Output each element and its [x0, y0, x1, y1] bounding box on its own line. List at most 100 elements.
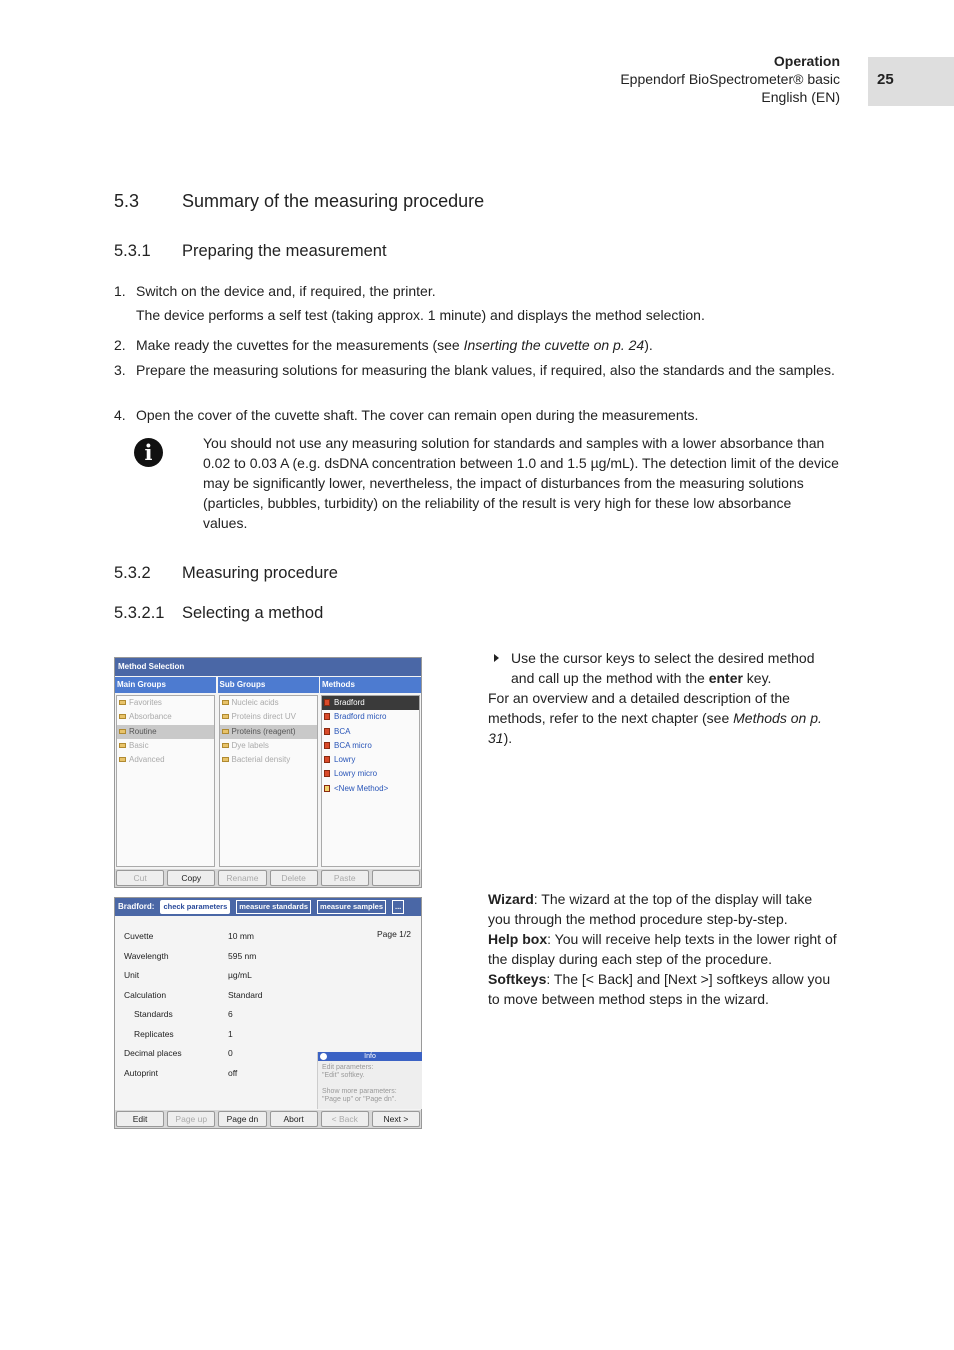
wizard-step[interactable]: measure standards	[236, 900, 312, 914]
step-text: ).	[644, 337, 653, 353]
list-item-label: BCA	[334, 726, 351, 736]
wizard-step[interactable]: ...	[392, 900, 405, 914]
softkey-paste[interactable]: Paste	[320, 870, 369, 886]
list-item[interactable]: BCA	[322, 725, 419, 739]
section-heading-5-3-1: 5.3.1 Preparing the measurement	[114, 242, 387, 261]
softkey-pagedn[interactable]: Page dn	[218, 1111, 267, 1127]
section-number: 5.3	[114, 191, 140, 211]
list-item-label: Favorites	[129, 698, 162, 707]
section-heading-5-3: 5.3 Summary of the measuring procedure	[114, 191, 484, 212]
list-item[interactable]: Bradford	[322, 696, 419, 711]
softkey-empty[interactable]	[371, 870, 421, 886]
list-item[interactable]: Lowry micro	[322, 767, 419, 781]
help-text: "Page up" or "Page dn".	[322, 1096, 397, 1103]
instruction-text: key.	[742, 670, 772, 686]
parameter-value: 1	[228, 1028, 233, 1039]
step-number: 1.	[114, 283, 126, 299]
list-item[interactable]: Absorbance	[117, 710, 214, 724]
parameter-label: Standards	[134, 1009, 173, 1019]
info-icon: i	[134, 438, 163, 467]
step-number: 3.	[114, 362, 126, 378]
folder-icon	[221, 728, 229, 734]
section-title: Selecting a method	[182, 604, 324, 622]
parameter-value: 0	[228, 1048, 233, 1058]
list-column: Methods Bradford Bradford micro BCA BCA micr…	[320, 677, 421, 867]
header-product: Eppendorf BioSpectrometer® basic	[620, 71, 840, 87]
list-item-label: Proteins (reagent)	[231, 726, 296, 736]
column-header: Main Groups	[115, 677, 216, 693]
section-heading-5-3-2: 5.3.2 Measuring procedure	[114, 564, 338, 583]
softkey-back[interactable]: < Back	[320, 1111, 369, 1127]
softkey-delete[interactable]: Delete	[269, 870, 318, 886]
list-box: Nucleic acids Proteins direct UV Proteins …	[218, 695, 318, 867]
parameter-label: Wavelength	[124, 950, 169, 961]
softkey-copy[interactable]: Copy	[167, 870, 216, 886]
cross-reference-link[interactable]: Inserting the cuvette on p. 24	[464, 337, 645, 353]
section-title: Summary of the measuring procedure	[182, 191, 485, 211]
list-item-label: Advanced	[129, 755, 165, 765]
parameter-row: Unit µg/mL	[124, 970, 252, 980]
method-file-icon	[324, 699, 330, 706]
step-number: 4.	[114, 407, 126, 423]
softkey-bar: Edit Page up Page dn Abort < Back Next >	[115, 1110, 421, 1128]
parameter-label: Decimal places	[124, 1048, 182, 1058]
list-item[interactable]: Basic	[117, 739, 214, 753]
list-item[interactable]: Proteins direct UV	[220, 710, 317, 724]
instruction: Use the cursor keys to select the desire…	[488, 648, 838, 748]
method-file-icon	[324, 770, 330, 778]
list-item[interactable]: BCA micro	[322, 739, 419, 753]
wizard-step[interactable]: measure samples	[317, 900, 387, 914]
list-item-label: Lowry micro	[334, 769, 378, 779]
parameter-label: Cuvette	[124, 931, 154, 941]
parameter-label: Autoprint	[124, 1067, 159, 1078]
folder-icon	[119, 757, 126, 763]
header-language: English (EN)	[761, 89, 840, 105]
section-title: Preparing the measurement	[182, 242, 387, 260]
section-number: 5.3.2	[114, 564, 151, 582]
section-heading-5-3-2-1: 5.3.2.1 Selecting a method	[114, 604, 323, 623]
column-header: Sub Groups	[217, 677, 319, 693]
section-number: 5.3.1	[114, 242, 151, 260]
list-box: Favorites Absorbance Routine Basic Advanced	[116, 695, 215, 867]
list-item[interactable]: Routine	[117, 724, 214, 739]
step-text: Open the cover of the cuvette shaft. The…	[136, 407, 699, 423]
list-item-label: Nucleic acids	[231, 698, 279, 707]
folder-icon	[119, 714, 126, 720]
list-column: Main Groups Favorites Absorbance Routine Bas…	[115, 677, 216, 867]
parameter-row: Autoprint off	[124, 1067, 237, 1078]
softkey-bar: Cut Copy Rename Delete Paste	[115, 869, 421, 887]
list-item[interactable]: Bacterial density	[220, 753, 317, 767]
parameter-value: Standard	[228, 989, 263, 1000]
wizard-step[interactable]: check parameters	[160, 900, 231, 914]
softkey-pageup[interactable]: Page up	[167, 1111, 216, 1127]
softkey-abort[interactable]: Abort	[269, 1111, 318, 1127]
parameter-label: Unit	[124, 970, 140, 980]
description: : The wizard at the top of the display w…	[488, 891, 813, 927]
folder-icon	[221, 714, 229, 720]
list-item[interactable]: Bradford micro	[322, 710, 419, 724]
list-item[interactable]: <New Method>	[322, 782, 419, 796]
list-item-label: Bacterial density	[231, 755, 291, 765]
list-item-label: Bradford micro	[334, 712, 387, 722]
list-item[interactable]: Proteins (reagent)	[219, 724, 317, 739]
note-text: You should not use any measuring solutio…	[203, 435, 839, 531]
help-text: Edit parameters:	[322, 1064, 374, 1071]
list-item[interactable]: Lowry	[322, 753, 419, 767]
folder-icon	[119, 728, 126, 734]
softkey-edit[interactable]: Edit	[116, 1111, 165, 1127]
softkey-cut[interactable]: Cut	[116, 870, 165, 886]
list-item[interactable]: Nucleic acids	[220, 696, 317, 710]
softkey-next[interactable]: Next >	[371, 1111, 421, 1127]
key-name: enter	[708, 670, 743, 686]
folder-icon	[221, 742, 229, 748]
info-icon	[320, 1053, 327, 1060]
bullet-arrow-icon	[494, 654, 499, 662]
parameter-value: 595 nm	[228, 950, 257, 961]
parameter-row: Decimal places 0	[124, 1048, 233, 1058]
method-wizard-screen: Bradford: check parameters measure standar…	[114, 897, 422, 1129]
list-item[interactable]: Favorites	[117, 696, 214, 710]
list-box: Bradford Bradford micro BCA BCA micro Lowry L…	[321, 695, 420, 867]
list-item[interactable]: Dye labels	[220, 739, 317, 753]
list-item[interactable]: Advanced	[117, 753, 214, 767]
softkey-rename[interactable]: Rename	[218, 870, 267, 886]
